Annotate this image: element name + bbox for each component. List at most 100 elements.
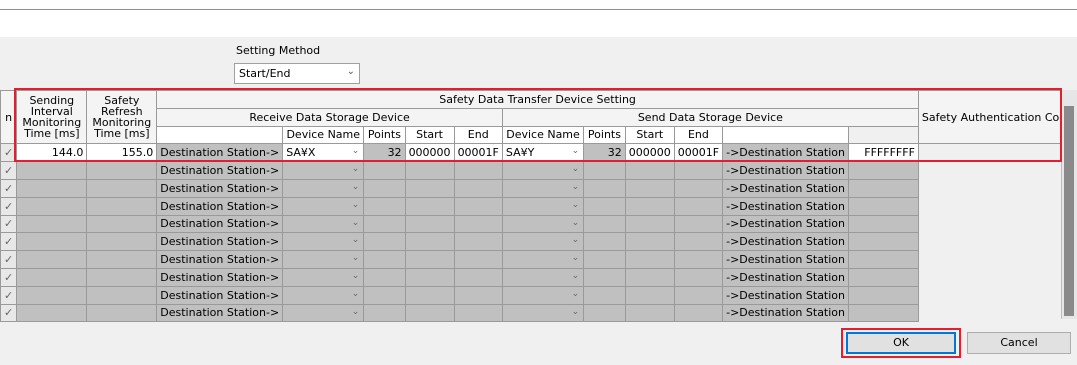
send-dest-label: ->Destination Station — [722, 303, 850, 323]
send-dest-subheader — [722, 125, 850, 145]
sending-interval-cell[interactable] — [16, 267, 88, 287]
recv-dest-label: Destination Station-> — [156, 178, 284, 198]
sending-interval-cell[interactable] — [16, 303, 88, 323]
sending-interval-cell[interactable] — [16, 214, 88, 234]
safety-refresh-cell[interactable] — [86, 303, 158, 323]
safety-refresh-cell[interactable] — [86, 178, 158, 198]
safety-refresh-cell[interactable] — [86, 214, 158, 234]
auth-code-cell[interactable] — [848, 285, 919, 305]
row-check-icon[interactable]: ✓ — [0, 196, 18, 216]
recv-device-select[interactable]: ⌄ — [282, 161, 365, 180]
recv-device-select[interactable]: ⌄ — [282, 250, 365, 269]
chevron-down-icon: ⌄ — [571, 217, 580, 228]
row-check-icon[interactable]: ✓ — [0, 214, 18, 234]
sending-interval-cell[interactable] — [16, 161, 88, 180]
scrollbar-thumb[interactable] — [1064, 106, 1074, 316]
send-device-select[interactable]: ⌄ — [501, 303, 585, 323]
row-check-icon[interactable]: ✓ — [0, 232, 18, 252]
send-end-cell — [673, 250, 724, 269]
setting-method-label: Setting Method — [236, 44, 321, 57]
recv-start-cell — [404, 303, 455, 323]
send-device-select[interactable]: SA¥Y ⌄ — [501, 143, 585, 163]
table-row: ✓ Destination Station-> ⌄ ⌄ ->Destination St… — [0, 214, 1077, 234]
send-dest-label: ->Destination Station — [722, 285, 850, 305]
send-device-select[interactable]: ⌄ — [501, 196, 585, 216]
recv-dest-label: Destination Station-> — [156, 285, 284, 305]
safety-refresh-cell[interactable] — [86, 196, 158, 216]
send-device-select[interactable]: ⌄ — [501, 267, 585, 287]
row-check-icon[interactable]: ✓ — [0, 143, 18, 163]
recv-end-cell: 00001F — [453, 143, 503, 163]
send-device-select[interactable]: ⌄ — [501, 232, 585, 252]
safety-refresh-cell[interactable] — [86, 232, 158, 252]
auth-code-cell[interactable] — [848, 178, 919, 198]
recv-start-cell — [404, 232, 455, 252]
send-device-select[interactable]: ⌄ — [501, 285, 585, 305]
auth-code-cell[interactable] — [848, 161, 919, 180]
recv-device-value: SA¥X — [286, 146, 316, 160]
table-row: ✓ Destination Station-> ⌄ ⌄ ->Destination St… — [0, 232, 1077, 252]
sending-interval-cell[interactable] — [16, 250, 88, 269]
recv-device-select[interactable]: ⌄ — [282, 196, 365, 216]
recv-end-cell — [453, 196, 503, 216]
sending-interval-cell[interactable] — [16, 196, 88, 216]
recv-dest-label: Destination Station-> — [156, 143, 284, 163]
recv-device-select[interactable]: ⌄ — [282, 285, 365, 305]
send-start-cell — [624, 196, 675, 216]
auth-code-cell[interactable] — [848, 196, 919, 216]
safety-refresh-cell[interactable] — [86, 250, 158, 269]
recv-points-cell — [363, 250, 406, 269]
send-device-select[interactable]: ⌄ — [501, 250, 585, 269]
recv-device-select[interactable]: ⌄ — [282, 267, 365, 287]
recv-end-cell — [453, 250, 503, 269]
row-check-icon[interactable]: ✓ — [0, 267, 18, 287]
recv-dest-label: Destination Station-> — [156, 161, 284, 180]
sending-interval-cell[interactable] — [16, 232, 88, 252]
ok-button[interactable]: OK — [846, 332, 956, 354]
row-check-icon[interactable]: ✓ — [0, 250, 18, 269]
transfer-group-header: Safety Data Transfer Device Setting — [156, 90, 919, 109]
row-check-icon[interactable]: ✓ — [0, 161, 18, 180]
recv-end-cell — [453, 178, 503, 198]
recv-end-cell — [453, 285, 503, 305]
auth-code-cell[interactable] — [848, 303, 919, 323]
recv-end-cell — [453, 161, 503, 180]
table-row: ✓ Destination Station-> ⌄ ⌄ ->Destination St… — [0, 267, 1077, 287]
send-device-select[interactable]: ⌄ — [501, 178, 585, 198]
send-end-header: End — [673, 125, 724, 145]
send-device-select[interactable]: ⌄ — [501, 214, 585, 234]
sending-interval-cell[interactable] — [16, 285, 88, 305]
cancel-button[interactable]: Cancel — [967, 332, 1071, 354]
auth-code-cell[interactable] — [848, 267, 919, 287]
send-device-select[interactable]: ⌄ — [501, 161, 585, 180]
row-check-icon[interactable]: ✓ — [0, 178, 18, 198]
safety-refresh-cell[interactable]: 155.0 — [86, 143, 158, 163]
recv-device-select[interactable]: ⌄ — [282, 214, 365, 234]
safety-refresh-cell[interactable] — [86, 267, 158, 287]
recv-device-select[interactable]: ⌄ — [282, 178, 365, 198]
auth-code-cell[interactable] — [848, 232, 919, 252]
recv-device-select[interactable]: SA¥X ⌄ — [282, 143, 365, 163]
send-points-cell — [583, 214, 626, 234]
sending-interval-cell[interactable] — [16, 178, 88, 198]
setting-method-select[interactable]: Start/End ⌄ — [234, 63, 360, 84]
recv-device-select[interactable]: ⌄ — [282, 232, 365, 252]
row-check-icon[interactable]: ✓ — [0, 285, 18, 305]
recv-start-cell — [404, 214, 455, 234]
row-check-icon[interactable]: ✓ — [0, 303, 18, 323]
safety-refresh-cell[interactable] — [86, 161, 158, 180]
chevron-down-icon: ⌄ — [351, 217, 360, 228]
auth-code-cell[interactable] — [848, 214, 919, 234]
auth-code-cell[interactable]: FFFFFFFF — [848, 143, 919, 163]
recv-points-cell — [363, 196, 406, 216]
recv-device-select[interactable]: ⌄ — [282, 303, 365, 323]
send-points-cell — [583, 161, 626, 180]
send-end-cell — [673, 303, 724, 323]
auth-code-cell[interactable] — [848, 250, 919, 269]
recv-dest-label: Destination Station-> — [156, 250, 284, 269]
safety-refresh-cell[interactable] — [86, 285, 158, 305]
send-dest-label: ->Destination Station — [722, 196, 850, 216]
send-dest-label: ->Destination Station — [722, 232, 850, 252]
recv-end-cell — [453, 214, 503, 234]
sending-interval-cell[interactable]: 144.0 — [16, 143, 88, 163]
